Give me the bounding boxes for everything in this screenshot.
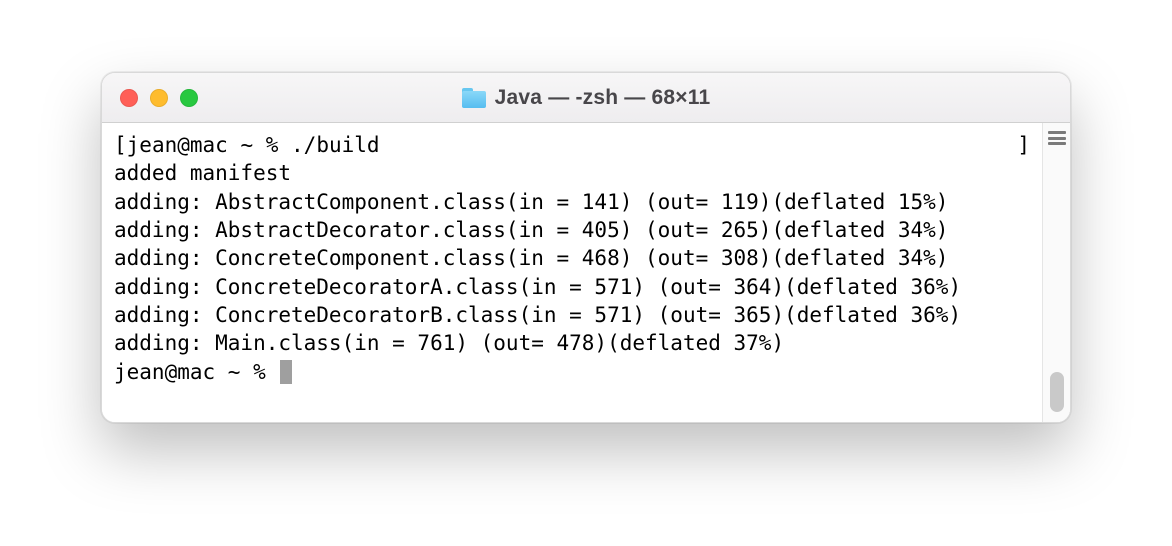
command-text: ./build bbox=[291, 133, 380, 157]
zoom-button[interactable] bbox=[180, 89, 198, 107]
minimize-button[interactable] bbox=[150, 89, 168, 107]
sidebar bbox=[1042, 123, 1070, 422]
output-line: adding: AbstractDecorator.class(in = 405… bbox=[114, 216, 1030, 244]
output-line: adding: ConcreteComponent.class(in = 468… bbox=[114, 244, 1030, 272]
close-button[interactable] bbox=[120, 89, 138, 107]
prompt-user-host: jean@mac ~ % bbox=[127, 133, 291, 157]
output-line: adding: ConcreteDecoratorB.class(in = 57… bbox=[114, 301, 1030, 329]
prompt-close-bracket: ] bbox=[1017, 131, 1030, 159]
scrollbar-thumb[interactable] bbox=[1050, 372, 1064, 412]
output-line: adding: Main.class(in = 761) (out= 478)(… bbox=[114, 329, 1030, 357]
prompt-open-bracket: [ bbox=[114, 133, 127, 157]
cursor bbox=[280, 360, 292, 384]
output-line: adding: ConcreteDecoratorA.class(in = 57… bbox=[114, 273, 1030, 301]
terminal-content[interactable]: [jean@mac ~ % ./build]added manifestaddi… bbox=[102, 123, 1042, 422]
window-title-group: Java — -zsh — 68×11 bbox=[462, 86, 711, 110]
window-title: Java — -zsh — 68×11 bbox=[495, 86, 711, 110]
content-wrap: [jean@mac ~ % ./build]added manifestaddi… bbox=[102, 123, 1070, 422]
list-icon[interactable] bbox=[1048, 131, 1066, 145]
titlebar[interactable]: Java — -zsh — 68×11 bbox=[102, 73, 1070, 123]
folder-icon bbox=[462, 88, 486, 108]
output-line: adding: AbstractComponent.class(in = 141… bbox=[114, 188, 1030, 216]
prompt-line-1: [jean@mac ~ % ./build] bbox=[114, 131, 1030, 159]
prompt-line-2: jean@mac ~ % bbox=[114, 358, 1030, 386]
window-controls bbox=[120, 89, 198, 107]
output-line: added manifest bbox=[114, 159, 1030, 187]
terminal-window: Java — -zsh — 68×11 [jean@mac ~ % ./buil… bbox=[101, 72, 1071, 423]
prompt-user-host: jean@mac ~ % bbox=[114, 360, 278, 384]
